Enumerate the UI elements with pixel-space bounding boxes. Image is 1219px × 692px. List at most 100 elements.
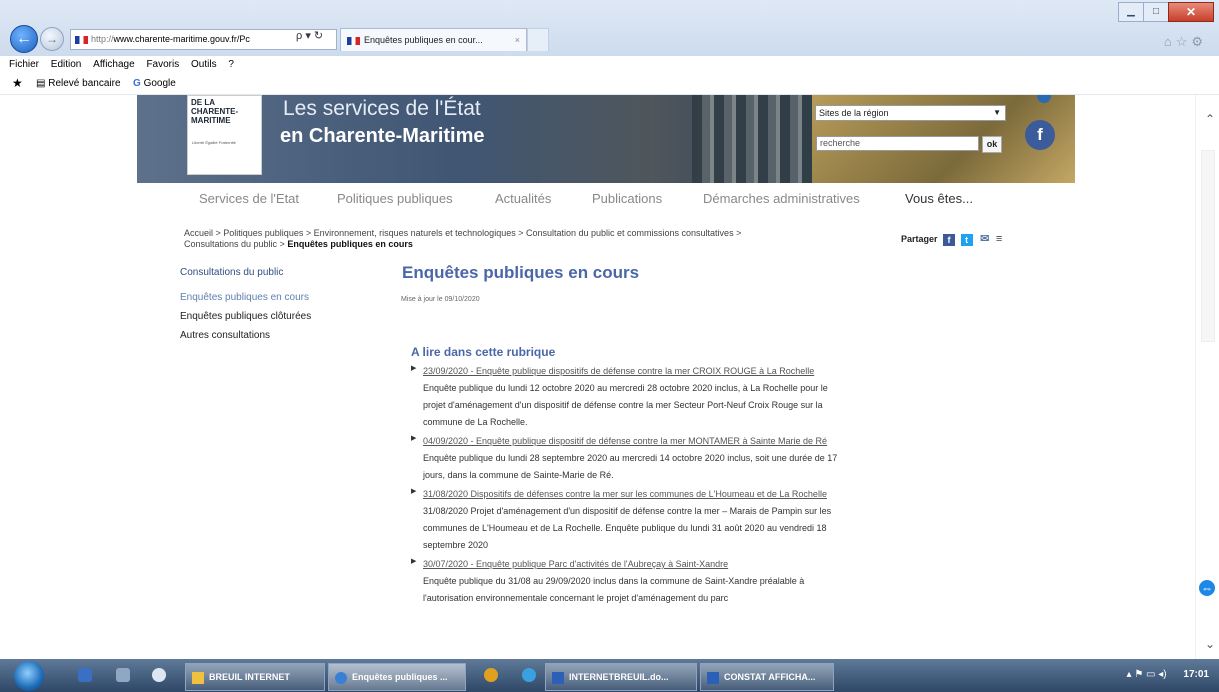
folder-icon	[192, 671, 204, 684]
article-link[interactable]: 30/07/2020 - Enquête publique Parc d'act…	[411, 556, 841, 573]
task-label: Enquêtes publiques ...	[352, 672, 448, 682]
home-icon: ⌂	[1163, 34, 1176, 49]
menu-favoris[interactable]: Favoris	[146, 56, 179, 74]
main-navigation: Services de l'Etat Politiques publiques …	[137, 187, 1075, 215]
sidebar-title[interactable]: Consultations du public	[180, 267, 283, 278]
page-title: Enquêtes publiques en cours	[402, 263, 640, 282]
favorite-releve-label: Relevé bancaire	[48, 78, 121, 89]
task-internetbreuil-doc[interactable]: INTERNETBREUIL.do...	[545, 663, 697, 691]
maximize-button[interactable]: □	[1143, 2, 1169, 22]
start-button[interactable]	[14, 661, 44, 691]
tab-enquetes[interactable]: Enquêtes publiques en cour... ×	[340, 28, 527, 51]
twitter-share-icon[interactable]: t	[960, 233, 973, 246]
list-item: ▶ 30/07/2020 - Enquête publique Parc d'a…	[411, 556, 841, 607]
favorites-bar: ★ ▤ Relevé bancaire G Google	[0, 74, 1219, 95]
favorite-google-label: Google	[143, 78, 176, 89]
prefecture-logo[interactable]: DE LA CHARENTE-MARITIME Liberté Égalité …	[187, 95, 262, 175]
google-icon: G	[133, 78, 144, 89]
list-item: ▶ 31/08/2020 Dispositifs de défenses con…	[411, 486, 841, 554]
menu-fichier[interactable]: Fichier	[9, 56, 39, 74]
print-icon[interactable]: ≡	[996, 233, 1002, 245]
forward-button[interactable]: →	[40, 27, 64, 51]
section-title: A lire dans cette rubrique	[411, 345, 556, 359]
address-protocol: http://	[91, 34, 114, 44]
site-banner: DE LA CHARENTE-MARITIME Liberté Égalité …	[137, 95, 1075, 183]
close-window-button[interactable]: ✕	[1168, 2, 1214, 22]
address-host: www.charente-maritime.gouv.fr/Pc	[113, 34, 250, 44]
minimize-button[interactable]: ▁	[1118, 2, 1144, 22]
task-enquetes-publiques[interactable]: Enquêtes publiques ...	[328, 663, 466, 691]
article-list: ▶ 23/09/2020 - Enquête publique disposit…	[411, 363, 841, 609]
menu-affichage[interactable]: Affichage	[93, 56, 135, 74]
site-title-line1: Les services de l'État	[283, 97, 481, 120]
sidebar-item-cloturees[interactable]: Enquêtes publiques clôturées	[180, 311, 311, 322]
favorite-google[interactable]: G Google	[133, 78, 176, 89]
address-search-refresh-icons[interactable]: ρ ▾ ↻	[296, 29, 323, 42]
menu-bar: Fichier Edition Affichage Favoris Outils…	[0, 56, 1219, 74]
quick-launch-icon[interactable]	[116, 668, 130, 682]
tab-close-icon[interactable]: ×	[515, 29, 520, 51]
favorites-star-icon[interactable]: ★	[12, 76, 23, 90]
scrollbar-thumb[interactable]	[1201, 150, 1215, 342]
back-arrow-icon: ←	[16, 30, 32, 47]
word-icon	[552, 671, 564, 684]
nav-vous-etes[interactable]: Vous êtes...	[905, 191, 973, 206]
breadcrumb-consultations[interactable]: Consultations du public >	[184, 239, 287, 249]
nav-publications[interactable]: Publications	[592, 191, 662, 206]
region-select-value: Sites de la région	[819, 108, 889, 118]
site-search-input[interactable]: recherche	[816, 136, 979, 151]
menu-edition[interactable]: Edition	[51, 56, 82, 74]
article-link[interactable]: 31/08/2020 Dispositifs de défenses contr…	[411, 486, 841, 503]
article-description: Enquête publique du 31/08 au 29/09/2020 …	[423, 576, 805, 603]
new-tab-button[interactable]	[527, 28, 549, 51]
site-title-line2: en Charente-Maritime	[280, 125, 485, 147]
search-ok-button[interactable]: ok	[982, 136, 1002, 153]
browser-title-bar: ← → http://www.charente-maritime.gouv.fr…	[0, 0, 1219, 56]
bullet-triangle-icon: ▶	[411, 365, 417, 372]
task-breuil-internet[interactable]: BREUIL INTERNET	[185, 663, 325, 691]
task-label: INTERNETBREUIL.do...	[569, 672, 669, 682]
browser-icon[interactable]	[522, 668, 536, 682]
breadcrumb: Accueil > Politiques publiques > Environ…	[184, 228, 874, 250]
media-player-icon[interactable]	[484, 668, 498, 682]
favorite-releve[interactable]: ▤ Relevé bancaire	[36, 78, 121, 89]
update-date: Mise à jour le 09/10/2020	[401, 296, 480, 303]
nav-actualites[interactable]: Actualités	[495, 191, 551, 206]
tab-label: Enquêtes publiques en cour...	[364, 35, 483, 45]
task-label: CONSTAT AFFICHA...	[724, 672, 816, 682]
nav-services-etat[interactable]: Services de l'Etat	[199, 191, 299, 206]
bullet-triangle-icon: ▶	[411, 488, 417, 495]
task-constat-affichage[interactable]: CONSTAT AFFICHA...	[700, 663, 834, 691]
scroll-down-icon[interactable]: ⌄	[1205, 637, 1215, 651]
back-button[interactable]: ←	[10, 25, 38, 53]
article-description: Enquête publique du lundi 28 septembre 2…	[423, 453, 838, 480]
breadcrumb-current: Enquêtes publiques en cours	[287, 239, 413, 249]
logo-motto: Liberté Égalité Fraternité	[192, 140, 236, 145]
facebook-share-icon[interactable]: f	[943, 233, 956, 246]
mail-icon[interactable]: ✉	[980, 233, 989, 245]
share-label: Partager	[901, 234, 938, 244]
task-label: BREUIL INTERNET	[209, 672, 290, 682]
sidebar-item-autres[interactable]: Autres consultations	[180, 330, 270, 341]
bullet-triangle-icon: ▶	[411, 435, 417, 442]
word-icon	[707, 671, 719, 684]
menu-outils[interactable]: Outils	[191, 56, 217, 74]
article-link[interactable]: 23/09/2020 - Enquête publique dispositif…	[411, 363, 841, 380]
sidebar-item-en-cours[interactable]: Enquêtes publiques en cours	[180, 292, 309, 303]
facebook-icon[interactable]: f	[1025, 120, 1055, 150]
browser-toolbar-icons[interactable]: ⌂☆⚙	[1164, 34, 1207, 50]
scroll-up-icon[interactable]: ⌃	[1205, 112, 1215, 126]
quick-launch-icon[interactable]	[152, 668, 166, 682]
list-item: ▶ 04/09/2020 - Enquête publique disposit…	[411, 433, 841, 484]
region-sites-select[interactable]: Sites de la région ▼	[815, 105, 1006, 121]
show-desktop-icon[interactable]	[78, 668, 92, 682]
breadcrumb-line1[interactable]: Accueil > Politiques publiques > Environ…	[184, 228, 874, 239]
clock[interactable]: 17:01	[1183, 669, 1209, 680]
side-widget-icon[interactable]: ⇔	[1199, 580, 1215, 596]
nav-demarches[interactable]: Démarches administratives	[703, 191, 860, 206]
tab-flag-icon	[347, 36, 360, 45]
article-link[interactable]: 04/09/2020 - Enquête publique dispositif…	[411, 433, 841, 450]
menu-help[interactable]: ?	[228, 56, 234, 74]
tray-icons[interactable]: ▴ ⚑ ▭ ◂)	[1127, 669, 1167, 680]
nav-politiques-publiques[interactable]: Politiques publiques	[337, 191, 453, 206]
